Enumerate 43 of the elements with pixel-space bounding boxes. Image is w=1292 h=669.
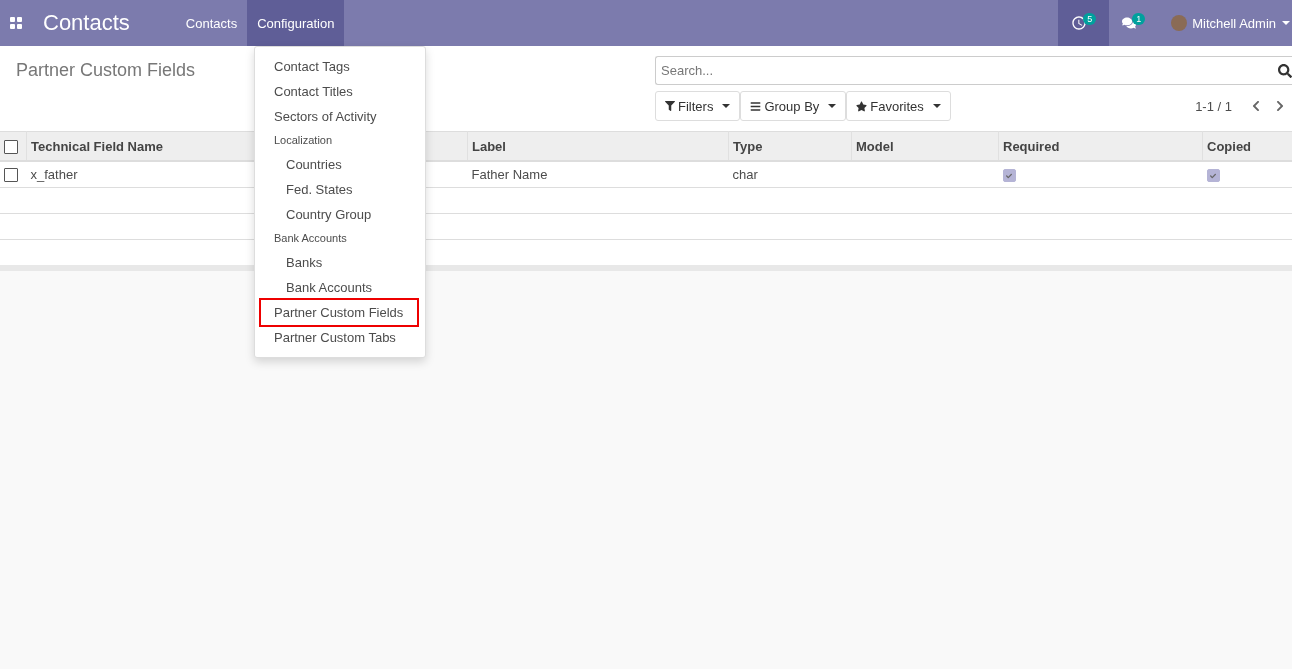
previous-page-icon[interactable] — [1250, 100, 1262, 112]
menu-section-header: Bank Accounts — [273, 231, 348, 246]
filter-button[interactable]: Group By — [740, 91, 847, 121]
filter-button[interactable]: Filters — [655, 91, 741, 121]
column-header[interactable]: Required — [1003, 138, 1060, 154]
app-title: Contacts — [43, 10, 130, 36]
pager-value: 1-1 / 1 — [1195, 98, 1232, 114]
menu-item[interactable]: Configuration — [247, 0, 345, 46]
column-header[interactable]: Model — [856, 138, 894, 154]
check-icon — [1006, 172, 1012, 179]
row-checkbox[interactable] — [4, 168, 18, 183]
column-header[interactable]: Type — [733, 138, 763, 154]
user-menu[interactable]: Mitchell Admin — [1158, 0, 1292, 46]
dropdown-item[interactable]: Bank Accounts — [261, 275, 417, 300]
search-icon[interactable] — [1278, 63, 1292, 78]
activity-count: 5 — [1083, 13, 1097, 25]
dropdown-item[interactable]: Countries — [261, 152, 417, 177]
dropdown-item[interactable]: Partner Custom Fields — [261, 300, 417, 325]
apps-menu-icon[interactable] — [10, 17, 22, 29]
search-field[interactable]: Search... — [655, 56, 1292, 85]
dropdown-item[interactable]: Contact Tags — [261, 54, 417, 79]
star-icon — [856, 100, 868, 112]
menu-item[interactable]: Contacts — [175, 0, 248, 46]
check-icon — [1210, 172, 1216, 179]
filter-button[interactable]: Favorites — [846, 91, 951, 121]
dropdown-item[interactable]: Sectors of Activity — [261, 104, 417, 129]
table-cell: x_father — [30, 167, 78, 182]
page-title: Partner Custom Fields — [16, 59, 196, 82]
next-page-icon[interactable] — [1274, 100, 1286, 112]
select-all-checkbox[interactable] — [4, 139, 18, 154]
dropdown-item[interactable]: Banks — [261, 250, 417, 275]
table-cell: char — [732, 167, 758, 182]
menu-section-header: Localization — [273, 133, 334, 148]
dropdown-item[interactable]: Fed. States — [261, 177, 417, 202]
dropdown-item[interactable]: Country Group — [261, 202, 417, 227]
dropdown-item[interactable]: Contact Titles — [261, 79, 417, 104]
column-header[interactable]: Label — [472, 138, 506, 154]
filter-icon — [665, 101, 675, 111]
table-cell: Father Name — [471, 167, 548, 182]
avatar — [1171, 15, 1188, 31]
list-icon — [750, 100, 762, 112]
dropdown-item[interactable]: Partner Custom Tabs — [261, 325, 417, 350]
message-count: 1 — [1132, 13, 1146, 25]
